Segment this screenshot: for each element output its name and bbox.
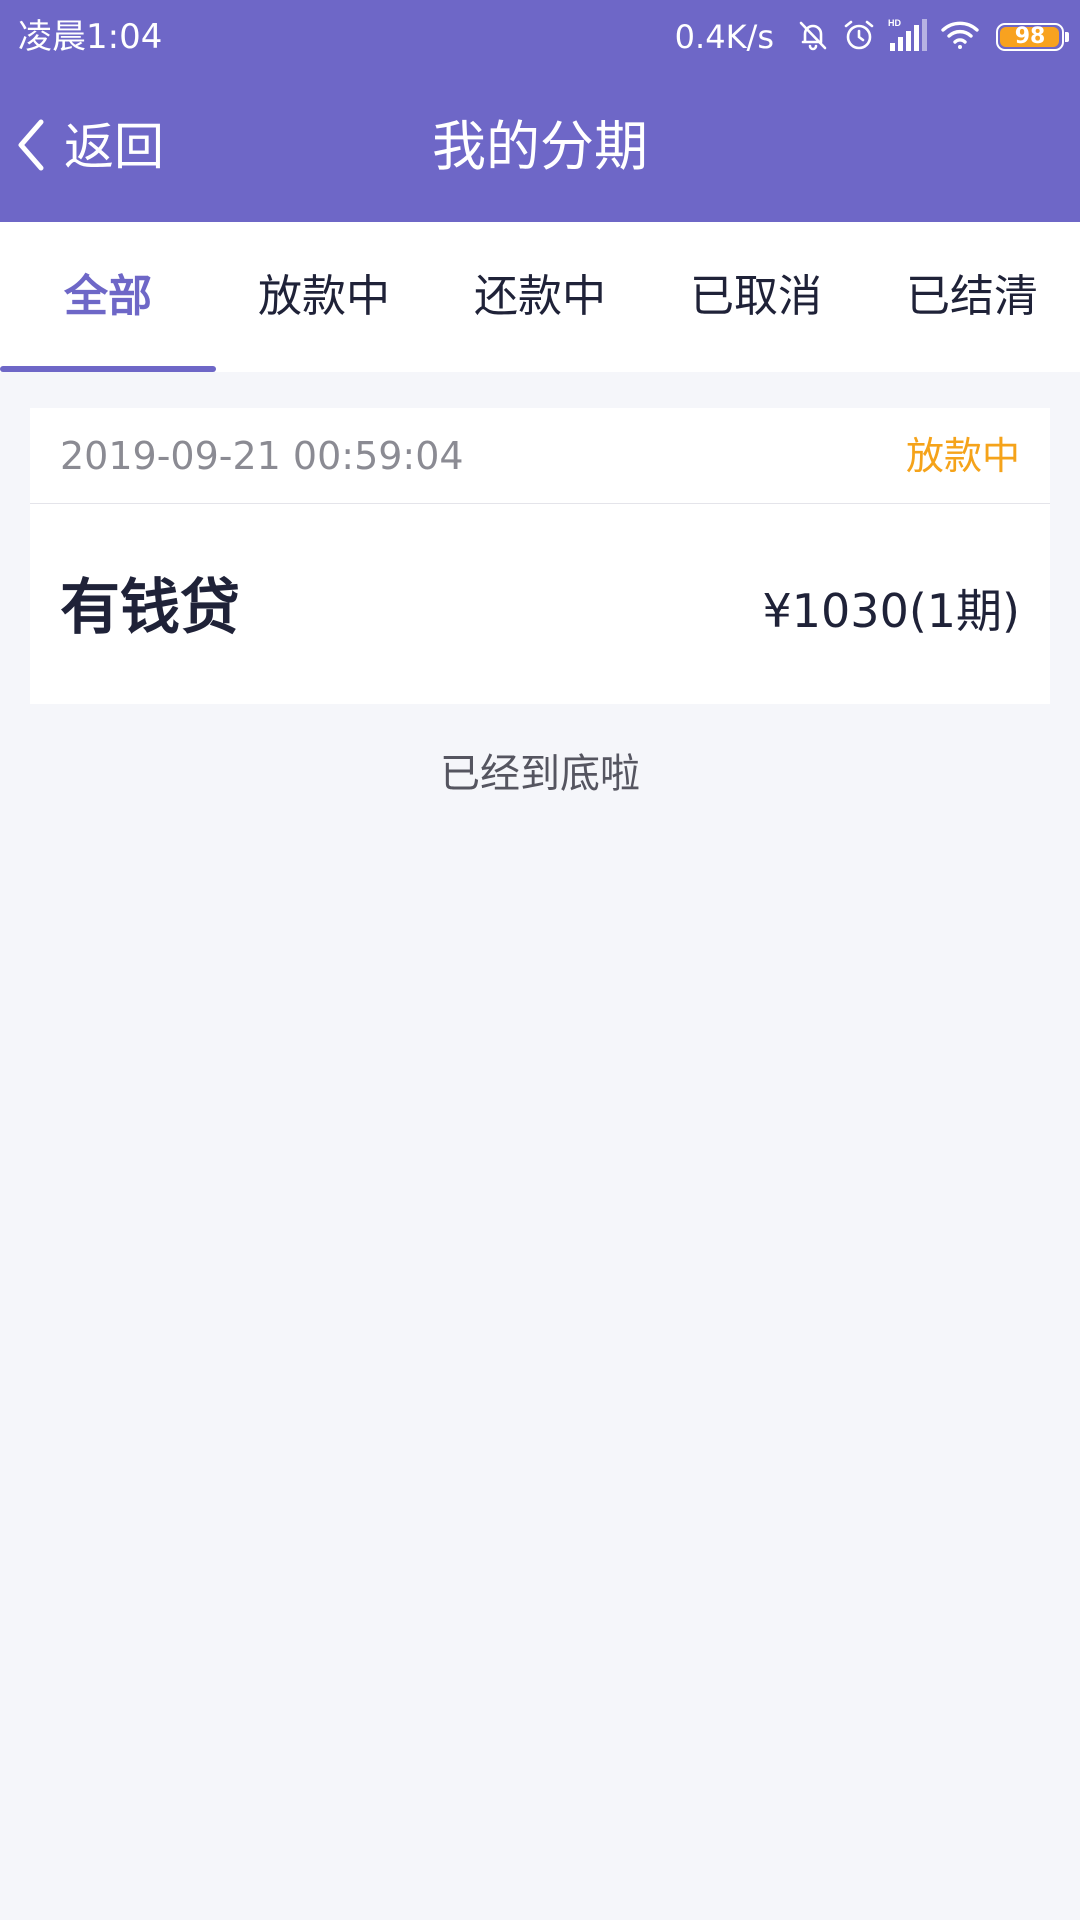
status-icons: 0.4K/s HD 98 [674, 14, 1069, 60]
order-amount: ¥1030(1期) [762, 584, 1021, 638]
tab-label: 全部 [64, 271, 152, 322]
tab-label: 放款中 [258, 271, 390, 322]
tab-label: 还款中 [474, 271, 606, 322]
mute-bell-icon [796, 18, 830, 56]
order-card-header: 2019-09-21 00:59:04 放款中 [30, 408, 1050, 504]
tab-disbursing[interactable]: 放款中 [216, 222, 432, 372]
battery-icon: 98 [996, 23, 1069, 51]
installment-order-card[interactable]: 2019-09-21 00:59:04 放款中 有钱贷 ¥1030(1期) [30, 408, 1050, 704]
alarm-icon [842, 18, 876, 56]
order-status-badge: 放款中 [905, 434, 1020, 478]
tab-repaying[interactable]: 还款中 [432, 222, 648, 372]
network-speed: 0.4K/s [674, 18, 774, 56]
battery-cap [1065, 32, 1069, 42]
tab-settled[interactable]: 已结清 [864, 222, 1080, 372]
nav-bar: 返回 我的分期 [0, 74, 1080, 222]
svg-text:HD: HD [888, 18, 901, 28]
tab-all[interactable]: 全部 [0, 222, 216, 372]
hd-signal-icon: HD [888, 17, 928, 57]
battery-level: 98 [1014, 24, 1046, 49]
status-bar: 凌晨1:04 0.4K/s HD 98 [0, 0, 1080, 74]
tab-label: 已结清 [906, 271, 1038, 322]
tab-active-indicator [0, 366, 216, 372]
order-product-name: 有钱贷 [60, 573, 240, 643]
order-date: 2019-09-21 00:59:04 [60, 434, 464, 478]
tab-label: 已取消 [690, 271, 822, 322]
status-time: 凌晨1:04 [18, 17, 163, 57]
tab-cancelled[interactable]: 已取消 [648, 222, 864, 372]
tab-bar: 全部 放款中 还款中 已取消 已结清 [0, 222, 1080, 372]
list-end-text: 已经到底啦 [440, 751, 640, 797]
wifi-icon [940, 19, 980, 55]
page-title: 我的分期 [432, 115, 648, 178]
app-header: 凌晨1:04 0.4K/s HD 98 返回 我的分期 [0, 0, 1080, 222]
